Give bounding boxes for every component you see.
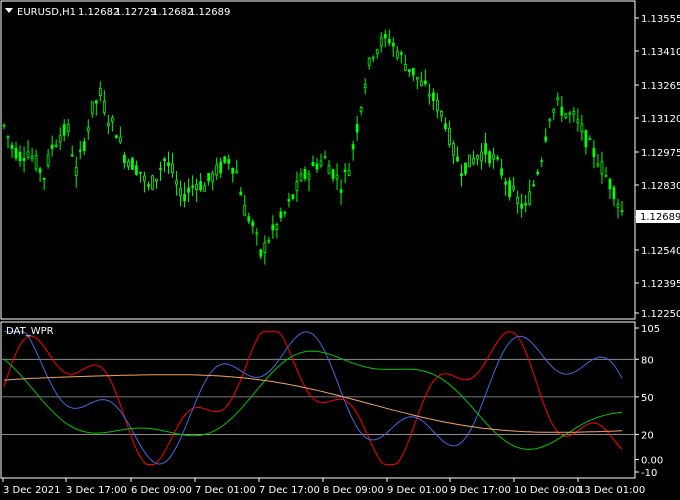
price-tick-label: 1.13265: [641, 81, 680, 92]
indicator-tick-label: 105: [641, 324, 660, 335]
time-tick-label: 7 Dec 17:00: [259, 485, 320, 496]
indicator-tick-label: 50: [641, 393, 654, 404]
time-tick-label: 3 Dec 17:00: [66, 485, 127, 496]
time-tick-label: 9 Dec 17:00: [450, 485, 511, 496]
time-tick-label: 10 Dec 09:00: [514, 485, 581, 496]
time-tick-label: 8 Dec 09:00: [323, 485, 384, 496]
current-price-label: 1.12689: [640, 212, 680, 223]
ohlc-close: 1.12689: [189, 7, 230, 18]
candle: [468, 154, 471, 168]
ohlc-high: 1.12729: [115, 7, 156, 18]
price-axis: 1.13555 1.13410 1.13265 1.13120 1.12975 1.128…: [635, 14, 680, 320]
price-tick-label: 1.12250: [641, 309, 680, 320]
time-tick-label: 7 Dec 01:00: [195, 485, 256, 496]
time-axis: 3 Dec 2021 3 Dec 17:00 6 Dec 09:00 7 Dec 01…: [2, 478, 645, 496]
candle: [151, 174, 154, 190]
time-tick-label: 3 Dec 2021: [3, 485, 61, 496]
price-tick-label: 1.13120: [641, 114, 680, 125]
indicator-tick-label: 0.00: [641, 455, 663, 466]
indicator-tick-label: -10: [641, 468, 657, 479]
price-tick-label: 1.12830: [641, 181, 680, 192]
ohlc-open: 1.12682: [78, 7, 119, 18]
price-tick-label: 1.12395: [641, 279, 680, 290]
indicator-tick-label: 20: [641, 430, 654, 441]
time-tick-label: 6 Dec 09:00: [131, 485, 192, 496]
ohlc-low: 1.12682: [152, 7, 193, 18]
time-tick-label: 9 Dec 01:00: [387, 485, 448, 496]
symbol-label: EURUSD,H1: [17, 7, 76, 18]
chart-canvas: EURUSD,H1 1.12682 1.12729 1.12682 1.1268…: [0, 0, 680, 496]
price-tick-label: 1.13410: [641, 47, 680, 58]
indicator-tick-label: 80: [641, 355, 654, 366]
candle: [464, 162, 467, 176]
candle: [131, 156, 134, 170]
price-tick-label: 1.12975: [641, 148, 680, 159]
price-tick-label: 1.13555: [641, 14, 680, 25]
indicator-name: DAT_WPR: [6, 326, 54, 337]
indicator-frame: [0, 321, 636, 479]
candle: [508, 176, 512, 201]
indicator-axis: 105 80 50 20 0.00 -10: [635, 324, 663, 479]
time-tick-label: 13 Dec 01:00: [578, 485, 645, 496]
price-tick-label: 1.12540: [641, 246, 680, 257]
main-chart-frame: [0, 0, 636, 320]
